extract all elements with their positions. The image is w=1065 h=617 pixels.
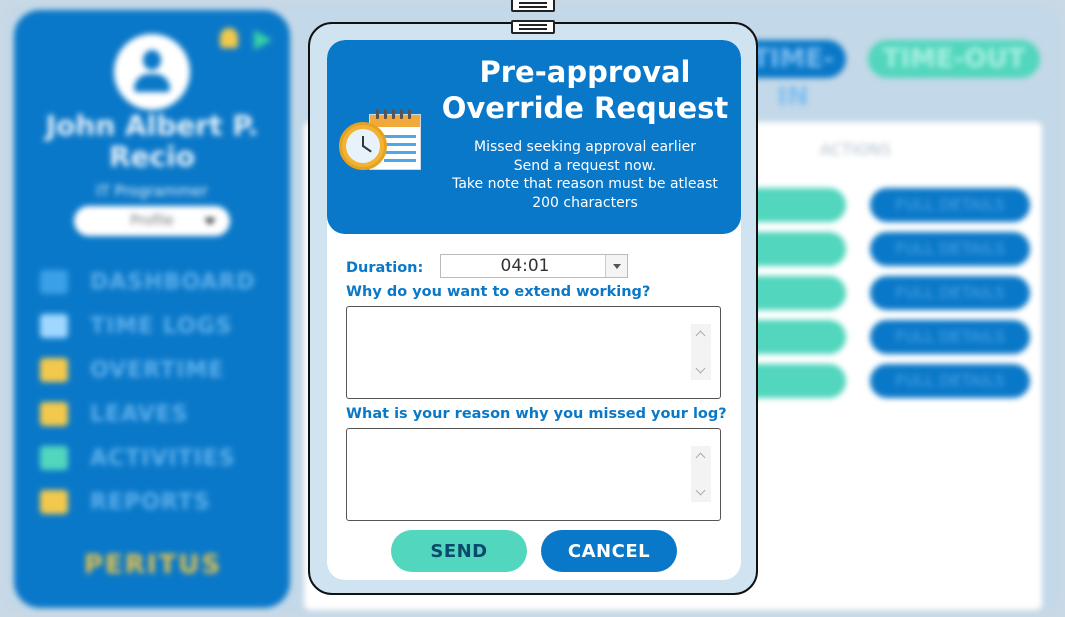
clock-icon (40, 314, 68, 338)
sidebar-item-label: LEAVES (90, 401, 189, 427)
modal-title-line1: Pre-approval (479, 55, 691, 89)
time-out-button[interactable]: TIME-OUT (868, 40, 1040, 78)
sidebar-item-dashboard[interactable]: DASHBOARD (40, 260, 280, 304)
sidebar-item-label: OVERTIME (90, 357, 225, 383)
avatar (114, 34, 190, 110)
table-row: FULL DETAILS (740, 320, 1030, 354)
chevron-down-icon[interactable] (605, 255, 627, 277)
full-details-button[interactable]: FULL DETAILS (870, 364, 1030, 398)
extend-reason-scrollbar[interactable] (691, 324, 711, 380)
table-row: FULL DETAILS (740, 188, 1030, 222)
duration-value: 04:01 (500, 256, 550, 276)
table-row: FULL DETAILS (740, 276, 1030, 310)
sidebar-item-label: REPORTS (90, 489, 211, 515)
modal-description: Missed seeking approval earlier Send a r… (435, 138, 735, 212)
extend-reason-input[interactable] (346, 306, 721, 399)
sidebar-item-activities[interactable]: ACTIVITIES (40, 436, 280, 480)
cancel-button[interactable]: CANCEL (541, 530, 677, 572)
table-row: FULL DETAILS (740, 364, 1030, 398)
sidebar: John Albert P. Recio IT Programmer Profi… (14, 10, 290, 608)
company-logo: PERITUS (84, 550, 223, 580)
drag-handle-top[interactable] (511, 0, 555, 12)
desc-line2: Send a request now. (513, 157, 657, 174)
reports-icon (40, 490, 68, 514)
profile-select[interactable]: Profile (74, 206, 230, 236)
overtime-icon (40, 358, 68, 382)
full-details-button[interactable]: FULL DETAILS (870, 320, 1030, 354)
bell-icon[interactable] (220, 28, 238, 48)
drag-handle[interactable] (511, 20, 555, 34)
table-row: FULL DETAILS (740, 232, 1030, 266)
sidebar-item-reports[interactable]: REPORTS (40, 480, 280, 524)
user-role: IT Programmer (96, 182, 208, 200)
chart-icon (40, 270, 68, 294)
full-details-button[interactable]: FULL DETAILS (870, 188, 1030, 222)
sidebar-item-label: DASHBOARD (90, 269, 256, 295)
duration-select[interactable]: 04:01 (440, 254, 628, 278)
desc-line4: 200 characters (532, 194, 638, 211)
extend-reason-label: Why do you want to extend working? (346, 284, 651, 300)
activities-icon (40, 446, 68, 470)
override-request-modal: Pre-approval Override Request Missed see… (308, 22, 758, 595)
duration-label: Duration: (346, 260, 424, 276)
sidebar-nav: DASHBOARD TIME LOGS OVERTIME LEAVES ACTIVITI… (40, 260, 280, 524)
modal-title: Pre-approval Override Request (435, 54, 735, 126)
modal-header: Pre-approval Override Request Missed see… (327, 40, 741, 234)
actions-header: ACTIONS (820, 140, 892, 159)
modal-body: Pre-approval Override Request Missed see… (327, 40, 741, 580)
missed-log-reason-scrollbar[interactable] (691, 446, 711, 502)
sidebar-item-label: TIME LOGS (90, 313, 233, 339)
full-details-button[interactable]: FULL DETAILS (870, 232, 1030, 266)
user-name: John Albert P. Recio (45, 109, 259, 173)
missed-log-reason-label: What is your reason why you missed your … (346, 406, 727, 422)
sidebar-item-leaves[interactable]: LEAVES (40, 392, 280, 436)
send-button[interactable]: SEND (391, 530, 527, 572)
leaves-icon (40, 402, 68, 426)
full-details-button[interactable]: FULL DETAILS (870, 276, 1030, 310)
profile-select-value: Profile (130, 213, 174, 229)
sidebar-item-label: ACTIVITIES (90, 445, 236, 471)
play-icon[interactable] (254, 30, 272, 50)
chevron-down-icon (204, 218, 216, 225)
calendar-clock-icon (337, 104, 425, 176)
desc-line3: Take note that reason must be atleast (452, 176, 718, 192)
sidebar-item-overtime[interactable]: OVERTIME (40, 348, 280, 392)
missed-log-reason-input[interactable] (346, 428, 721, 521)
modal-title-line2: Override Request (441, 91, 729, 125)
desc-line1: Missed seeking approval earlier (474, 139, 696, 155)
sidebar-item-time-logs[interactable]: TIME LOGS (40, 304, 280, 348)
